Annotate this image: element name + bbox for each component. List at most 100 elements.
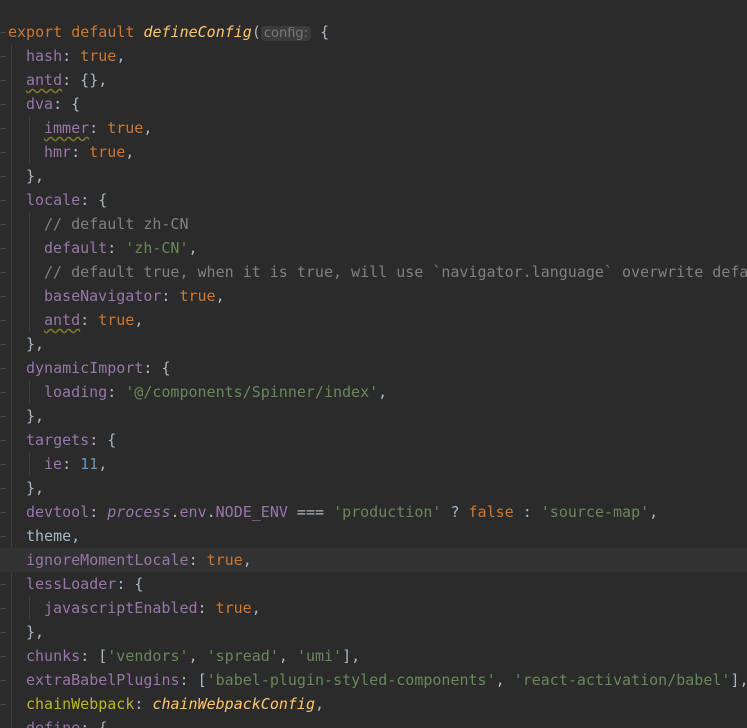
code-token: export default <box>8 23 144 41</box>
code-token: ], <box>342 647 361 665</box>
code-token: 11 <box>80 455 99 473</box>
code-token: lessLoader <box>26 575 117 593</box>
code-token: : <box>107 239 126 257</box>
code-token: , <box>188 647 207 665</box>
code-token: chainWebpackConfig <box>152 695 315 713</box>
code-line[interactable]: hmr: true, <box>0 140 747 164</box>
code-token: javascriptEnabled <box>44 599 198 617</box>
code-line[interactable]: define: { <box>0 716 747 728</box>
code-token: dynamicImport <box>26 359 144 377</box>
code-line[interactable]: chainWebpack: chainWebpackConfig, <box>0 692 747 716</box>
code-token: , <box>116 47 126 65</box>
code-token: targets <box>26 431 90 449</box>
code-line[interactable]: }, <box>0 332 747 356</box>
code-token: . <box>170 503 180 521</box>
code-token: chunks <box>26 647 81 665</box>
code-token: : <box>89 503 108 521</box>
code-token: chainWebpack <box>26 695 135 713</box>
code-token: theme, <box>26 527 81 545</box>
code-line[interactable]: immer: true, <box>0 116 747 140</box>
code-token: : <box>80 311 99 329</box>
code-token: , <box>143 119 153 137</box>
code-token: , <box>649 503 659 521</box>
code-token: : <box>89 119 108 137</box>
code-token: 'vendors' <box>107 647 189 665</box>
code-token: : <box>134 695 153 713</box>
code-token: 'umi' <box>296 647 343 665</box>
code-token: true <box>206 551 243 569</box>
code-line[interactable]: }, <box>0 476 747 500</box>
code-token: }, <box>26 335 45 353</box>
code-line[interactable]: // default true, when it is true, will u… <box>0 260 747 284</box>
code-token: , <box>315 695 325 713</box>
code-token: loading <box>44 383 108 401</box>
code-token: process <box>107 503 171 521</box>
code-token: dva <box>26 95 54 113</box>
code-line[interactable]: export default defineConfig(config: { <box>0 20 747 44</box>
code-token: : <box>188 551 207 569</box>
code-token: 'zh-CN' <box>125 239 189 257</box>
code-line[interactable]: loading: '@/components/Spinner/index', <box>0 380 747 404</box>
code-token: { <box>311 23 330 41</box>
code-token: : { <box>80 191 108 209</box>
code-token: : <box>62 47 81 65</box>
code-token: ? <box>441 503 469 521</box>
code-token: antd <box>26 71 63 89</box>
code-token: : <box>161 287 180 305</box>
code-token: === <box>287 503 334 521</box>
code-token: : { <box>116 575 144 593</box>
code-token: // default zh-CN <box>44 215 189 233</box>
code-line[interactable]: baseNavigator: true, <box>0 284 747 308</box>
code-line[interactable]: hash: true, <box>0 44 747 68</box>
code-token: locale <box>26 191 81 209</box>
code-line[interactable]: extraBabelPlugins: ['babel-plugin-styled… <box>0 668 747 692</box>
code-token: true <box>107 119 144 137</box>
code-token: extraBabelPlugins <box>26 671 180 689</box>
code-line[interactable]: antd: true, <box>0 308 747 332</box>
code-token: // default true, when it is true, will u… <box>44 263 747 281</box>
code-token: , <box>98 455 108 473</box>
code-token: : <box>513 503 541 521</box>
code-token: , <box>134 311 144 329</box>
code-line[interactable]: theme, <box>0 524 747 548</box>
code-token: , <box>188 239 198 257</box>
code-editor[interactable]: export default defineConfig(config: {has… <box>0 0 747 728</box>
code-token: , <box>242 551 252 569</box>
code-line[interactable]: // default zh-CN <box>0 212 747 236</box>
code-line[interactable]: antd: {}, <box>0 68 747 92</box>
code-token: devtool <box>26 503 90 521</box>
code-token: : [ <box>179 671 207 689</box>
code-line[interactable]: }, <box>0 404 747 428</box>
code-line[interactable]: default: 'zh-CN', <box>0 236 747 260</box>
code-token: baseNavigator <box>44 287 162 305</box>
code-line[interactable]: chunks: ['vendors', 'spread', 'umi'], <box>0 644 747 668</box>
code-token: }, <box>26 479 45 497</box>
code-line[interactable]: javascriptEnabled: true, <box>0 596 747 620</box>
code-token: defineConfig <box>143 23 252 41</box>
code-token: : { <box>143 359 171 377</box>
code-line[interactable]: lessLoader: { <box>0 572 747 596</box>
code-line[interactable]: }, <box>0 164 747 188</box>
code-token: : <box>62 455 81 473</box>
code-token: : [ <box>80 647 108 665</box>
code-line[interactable]: targets: { <box>0 428 747 452</box>
code-line[interactable]: devtool: process.env.NODE_ENV === 'produ… <box>0 500 747 524</box>
code-token: : {}, <box>62 71 108 89</box>
code-line[interactable]: ie: 11, <box>0 452 747 476</box>
code-token: hash <box>26 47 63 65</box>
code-token: default <box>44 239 108 257</box>
code-token: 'spread' <box>206 647 279 665</box>
code-line[interactable]: dva: { <box>0 92 747 116</box>
code-token: 'react-activation/babel' <box>513 671 731 689</box>
code-line[interactable]: ignoreMomentLocale: true, <box>0 548 747 572</box>
code-line[interactable]: dynamicImport: { <box>0 356 747 380</box>
code-token: true <box>89 143 126 161</box>
code-token: , <box>378 383 388 401</box>
code-token: ie <box>44 455 63 473</box>
code-token: antd <box>44 311 81 329</box>
code-token: , <box>278 647 297 665</box>
code-token: true <box>98 311 135 329</box>
code-token: ], <box>730 671 747 689</box>
code-line[interactable]: }, <box>0 620 747 644</box>
code-line[interactable]: locale: { <box>0 188 747 212</box>
